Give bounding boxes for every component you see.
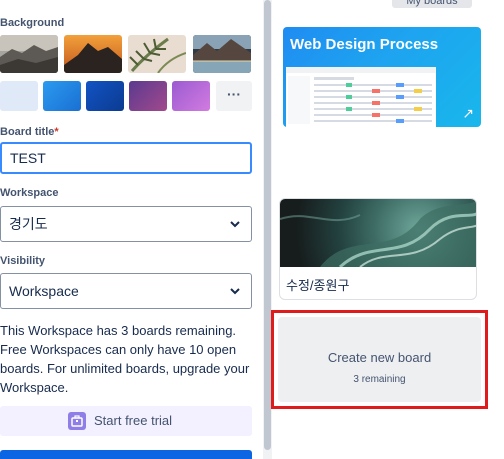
board-card-title: 수정/종원구 [286, 278, 350, 293]
start-free-trial-button[interactable]: Start free trial [0, 406, 252, 436]
create-new-board-label: Create new board [327, 350, 432, 365]
visibility-label: Visibility [0, 255, 46, 267]
visibility-select[interactable]: Workspace [0, 273, 252, 309]
create-button[interactable] [0, 450, 252, 459]
background-photo-1[interactable] [0, 35, 58, 73]
chevron-down-icon [230, 221, 240, 228]
boards-remaining-count: 3 remaining [353, 374, 406, 385]
required-mark: * [54, 126, 59, 138]
my-boards-chip[interactable]: My boards [392, 0, 472, 8]
board-preview-screenshot [286, 67, 436, 127]
create-new-board-highlight: Create new board 3 remaining [271, 310, 488, 409]
background-photo-2[interactable] [64, 35, 122, 73]
visibility-select-value: Workspace [9, 283, 79, 299]
background-color-5[interactable] [172, 81, 210, 111]
board-background-art [280, 199, 476, 269]
background-photo-3[interactable] [128, 35, 186, 73]
briefcase-icon [68, 412, 86, 430]
board-title-input[interactable] [0, 142, 252, 174]
background-color-3[interactable] [86, 81, 124, 111]
board-card-web-design-process[interactable]: Web Design Process ↗ [283, 27, 481, 127]
background-photo-4[interactable] [193, 35, 251, 73]
create-board-screen: Background ··· Board title* TEST Workspa… [0, 0, 504, 459]
create-board-form: Background ··· Board title* TEST Workspa… [0, 0, 262, 459]
board-title-label: Board title* [0, 126, 59, 138]
create-new-board-tile[interactable]: Create new board 3 remaining [278, 317, 481, 402]
board-title-label-text: Board title [0, 126, 55, 138]
background-color-2[interactable] [43, 81, 81, 111]
workspace-select-value: 경기도 [9, 216, 48, 232]
open-arrow-icon: ↗ [462, 105, 474, 121]
board-card-title: Web Design Process [290, 36, 439, 53]
more-backgrounds-button[interactable]: ··· [216, 81, 252, 111]
boards-remaining-info: This Workspace has 3 boards remaining. F… [0, 323, 250, 395]
board-card-image[interactable]: 수정/종원구 [279, 198, 477, 300]
chevron-down-icon [230, 288, 240, 295]
workspace-select[interactable]: 경기도 [0, 206, 252, 242]
background-color-1[interactable] [0, 81, 38, 111]
workspace-label: Workspace [0, 187, 59, 199]
background-label: Background [0, 17, 65, 29]
background-color-4[interactable] [129, 81, 167, 111]
start-free-trial-label: Start free trial [94, 413, 173, 428]
form-scrollbar-thumb[interactable] [264, 0, 271, 450]
